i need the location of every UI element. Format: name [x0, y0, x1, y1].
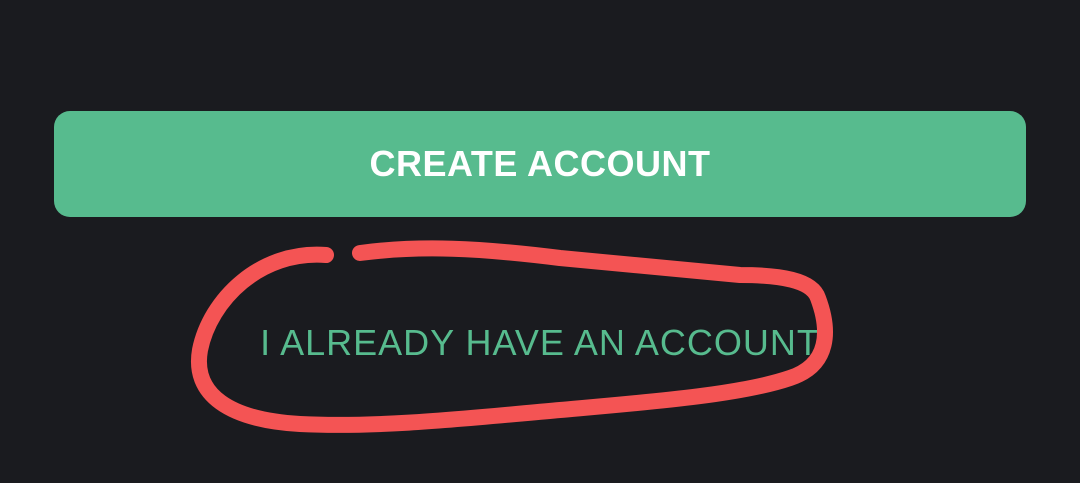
auth-screen: CREATE ACCOUNT I ALREADY HAVE AN ACCOUNT — [0, 0, 1080, 483]
already-have-account-link[interactable]: I ALREADY HAVE AN ACCOUNT — [240, 310, 840, 376]
create-account-label: CREATE ACCOUNT — [369, 143, 711, 184]
create-account-button[interactable]: CREATE ACCOUNT — [54, 111, 1026, 217]
red-circle-annotation — [190, 240, 833, 433]
already-have-account-label: I ALREADY HAVE AN ACCOUNT — [260, 322, 820, 363]
